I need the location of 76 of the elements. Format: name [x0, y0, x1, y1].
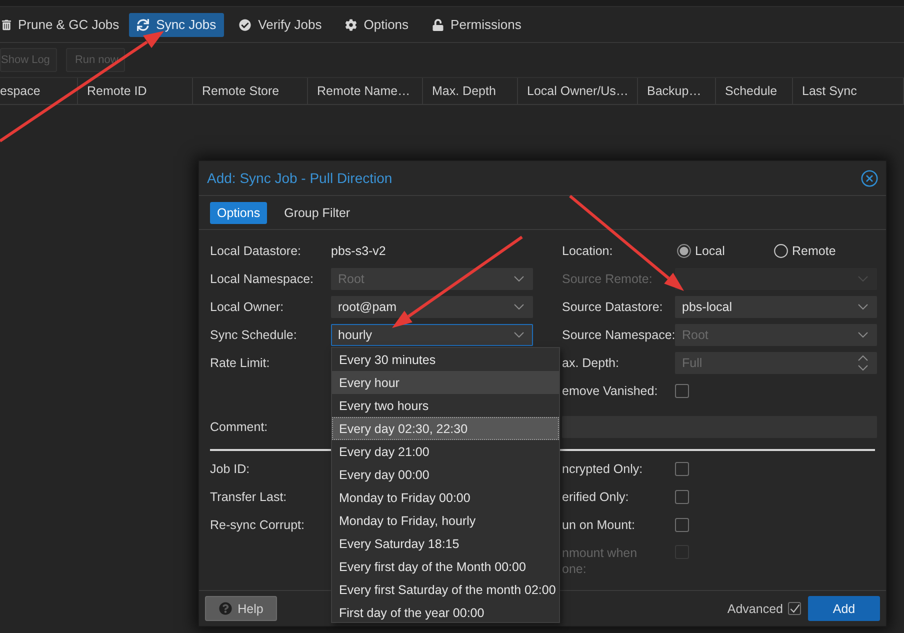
menu-item[interactable]: Every first Saturday of the month 02:00 [332, 578, 559, 601]
field-label: Comment: [210, 419, 268, 435]
dialog-tab[interactable]: Group Filter [277, 202, 358, 224]
menu-item[interactable]: Every day 00:00 [332, 463, 559, 486]
field-label: Local Owner: [210, 299, 284, 315]
column-header[interactable]: Local Owner/Us… [518, 78, 638, 104]
field-label: ax. Depth: [562, 355, 619, 371]
trash-icon [2, 18, 11, 30]
menu-item[interactable]: Every hour [332, 371, 559, 394]
page-tab[interactable]: Sync Jobs [129, 12, 224, 36]
field-label: Source Remote: [562, 271, 652, 287]
menu-item[interactable]: Every day 02:30, 22:30 [332, 417, 559, 440]
checkbox[interactable] [675, 462, 689, 476]
chevron-down-icon [514, 276, 524, 282]
column-header[interactable]: Max. Depth [423, 78, 518, 104]
dialog-tab[interactable]: Options [210, 202, 268, 224]
chevron-down-icon [514, 332, 524, 338]
field-value: pbs-s3-v2 [331, 244, 386, 258]
chevron-down-icon [858, 304, 868, 310]
checkbox[interactable] [675, 384, 689, 398]
menu-item[interactable]: Monday to Friday, hourly [332, 509, 559, 532]
field-label: Sync Schedule: [210, 327, 297, 343]
field-label: Transfer Last: [210, 489, 287, 505]
field-label: erified Only: [562, 489, 629, 505]
field-label: Source Datastore: [562, 299, 663, 315]
field-label: Re-sync Corrupt: [210, 517, 304, 533]
menu-item[interactable]: Every two hours [332, 394, 559, 417]
column-header[interactable]: Remote ID [78, 78, 193, 104]
text-field[interactable] [562, 416, 877, 438]
help-icon [218, 602, 232, 615]
padlock-icon [432, 18, 444, 30]
add-button[interactable]: Add [808, 596, 880, 621]
advanced-label: Advanced [727, 602, 783, 616]
menu-item[interactable]: Every day 21:00 [332, 440, 559, 463]
column-header[interactable]: espace [0, 78, 78, 104]
menu-item[interactable]: Monday to Friday 00:00 [332, 486, 559, 509]
column-header[interactable]: Remote Name… [308, 78, 423, 104]
dropdown-field[interactable]: hourly [331, 324, 533, 346]
field-label: un on Mount: [562, 517, 635, 533]
menu-item[interactable]: First day of the year 00:00 [332, 601, 559, 624]
menu-item[interactable]: Every 30 minutes [332, 348, 559, 371]
field-label: ncrypted Only: [562, 461, 643, 477]
column-header[interactable]: Backup… [638, 78, 716, 104]
gear-icon [344, 18, 357, 30]
field-label: Rate Limit: [210, 355, 270, 371]
menu-item[interactable]: Every Saturday 18:15 [332, 532, 559, 555]
page-tab[interactable]: Permissions [424, 12, 530, 36]
column-header[interactable]: Remote Store [193, 78, 308, 104]
chevron-down-icon [858, 332, 868, 338]
column-header[interactable]: Last Sync [793, 78, 904, 104]
checkbox[interactable] [675, 490, 689, 504]
radio-button[interactable]: Local [677, 244, 774, 258]
dropdown-field[interactable]: pbs-local [675, 296, 877, 318]
dropdown-field[interactable]: root@pam [331, 296, 533, 318]
radio-button[interactable]: Remote [774, 244, 871, 258]
spinner-arrows-icon [858, 355, 868, 371]
chevron-down-icon [858, 276, 868, 282]
refresh-icon [137, 18, 150, 30]
menu-item[interactable]: Every first day of the Month 00:00 [332, 555, 559, 578]
field-label: emove Vanished: [562, 383, 658, 399]
close-icon[interactable] [861, 170, 878, 186]
field-label: Location: [562, 243, 613, 259]
checkbox[interactable] [788, 602, 801, 615]
column-header[interactable]: Schedule [716, 78, 793, 104]
help-button[interactable]: Help [205, 596, 277, 621]
field-label: nmount when one: [562, 545, 638, 577]
chevron-down-icon [514, 304, 524, 310]
page-tab[interactable]: Options [336, 12, 417, 36]
field-label: Local Datastore: [210, 243, 302, 259]
checkbox[interactable] [675, 518, 689, 532]
field-label: Source Namespace: [562, 327, 676, 343]
field-label: Job ID: [210, 461, 250, 477]
dialog-title: Add: Sync Job - Pull Direction [207, 170, 392, 186]
page-tab[interactable]: Verify Jobs [231, 12, 330, 36]
page-tab[interactable]: Prune & GC Jobs [0, 12, 122, 36]
field-label: Local Namespace: [210, 271, 314, 287]
